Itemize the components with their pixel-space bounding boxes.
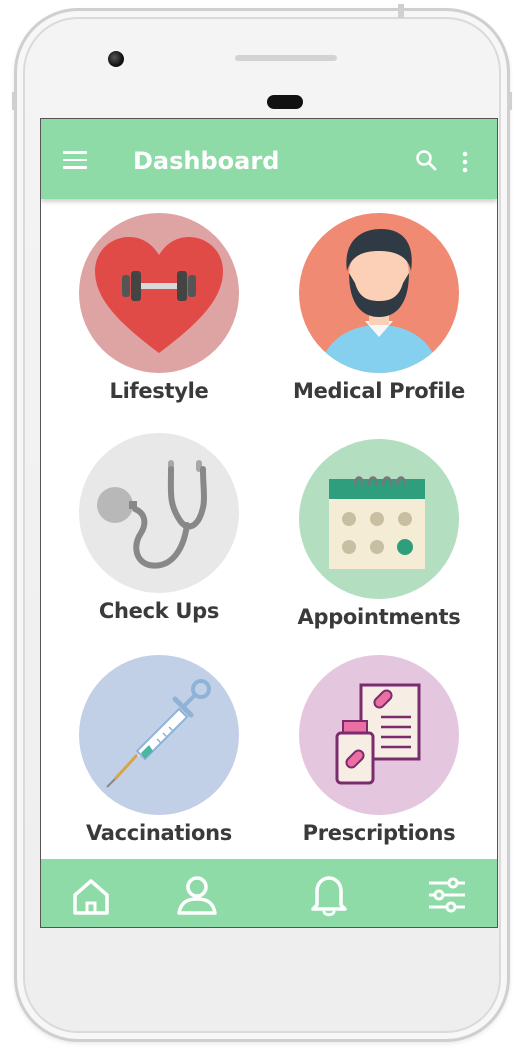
tile-prescriptions[interactable]: Prescriptions — [279, 655, 479, 845]
search-icon[interactable] — [415, 149, 437, 171]
tile-check-ups[interactable]: Check Ups — [59, 433, 259, 623]
more-vertical-icon[interactable] — [461, 151, 469, 173]
medical-profile-circle — [299, 213, 459, 373]
heart-dumbbell-icon — [95, 237, 223, 353]
calendar-icon — [329, 476, 425, 569]
side-button-top — [398, 4, 404, 18]
hamburger-menu-icon[interactable] — [63, 151, 87, 169]
tile-medical-profile[interactable]: Medical Profile — [279, 213, 479, 403]
tile-label: Check Ups — [98, 599, 220, 623]
tile-label: Lifestyle — [109, 379, 209, 403]
proximity-sensor — [267, 95, 303, 109]
bell-icon[interactable] — [307, 873, 351, 917]
prescriptions-circle — [299, 655, 459, 815]
earpiece-speaker — [235, 55, 337, 61]
tile-vaccinations[interactable]: Vaccinations — [59, 655, 259, 845]
tile-label: Prescriptions — [302, 821, 456, 845]
syringe-icon — [106, 679, 211, 788]
doctor-avatar-icon — [319, 229, 439, 373]
app-bar: Dashboard — [41, 119, 497, 199]
tile-appointments[interactable]: Appointments — [279, 439, 479, 629]
vaccinations-circle — [79, 655, 239, 815]
front-camera — [108, 51, 124, 67]
lifestyle-circle — [79, 213, 239, 373]
prescription-medicine-icon — [335, 683, 421, 785]
appointments-circle — [299, 439, 459, 599]
page-title: Dashboard — [133, 147, 280, 175]
check-ups-circle — [79, 433, 239, 593]
user-icon[interactable] — [175, 873, 219, 917]
settings-sliders-icon[interactable] — [425, 873, 469, 917]
stethoscope-icon — [97, 460, 207, 569]
tile-label: Appointments — [297, 605, 461, 629]
side-button-right — [508, 92, 512, 110]
tile-label: Medical Profile — [293, 379, 465, 403]
tile-lifestyle[interactable]: Lifestyle — [59, 213, 259, 403]
app-screen: Dashboard Lifestyle Medical Profile Chec… — [40, 118, 498, 928]
home-icon[interactable] — [69, 873, 113, 917]
side-button-left — [12, 92, 16, 110]
tile-label: Vaccinations — [85, 821, 232, 845]
bottom-nav-bar — [41, 859, 497, 927]
